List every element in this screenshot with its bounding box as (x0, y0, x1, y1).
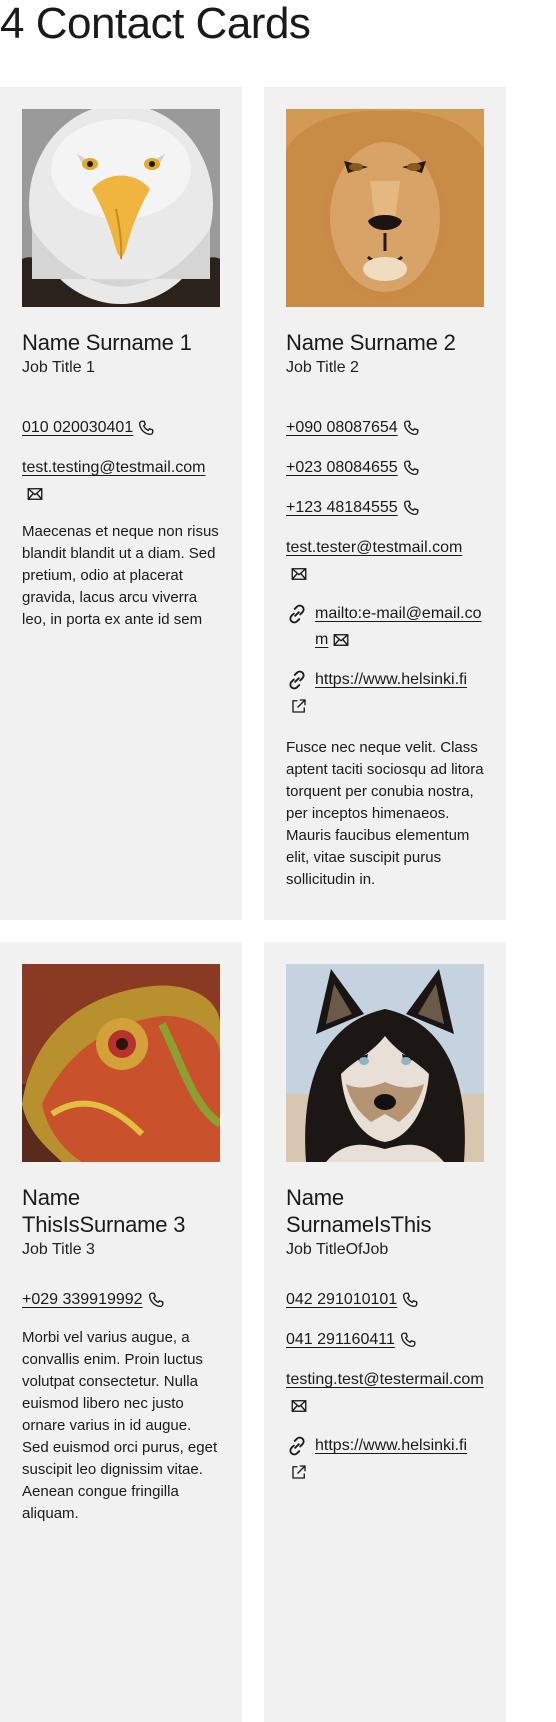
job-title: Job Title 2 (286, 359, 359, 376)
phone-link[interactable]: +123 48184555 (286, 499, 398, 516)
phone-link[interactable]: +023 08084655 (286, 459, 398, 476)
mail-icon (290, 1397, 308, 1415)
phone-link[interactable]: 010 020030401 (22, 419, 133, 436)
mail-icon (332, 631, 350, 649)
husky-photo (286, 964, 484, 1162)
email-link[interactable]: testing.test@testermail.com (286, 1371, 484, 1388)
external-link-icon (290, 1463, 308, 1481)
job-title: Job TitleOfJob (286, 1241, 389, 1258)
contact-name: Name SurnameIsThis (286, 1185, 432, 1237)
phone-link[interactable]: 042 291010101 (286, 1291, 397, 1308)
phone-icon (399, 1331, 417, 1349)
link-icon (286, 603, 308, 625)
job-title: Job Title 1 (22, 359, 95, 376)
phone-link[interactable]: +029 339919992 (22, 1291, 143, 1308)
phone-icon (402, 459, 420, 477)
phone-icon (137, 419, 155, 437)
link-icon (286, 669, 308, 691)
website-link[interactable]: https://www.helsinki.fi (315, 1437, 467, 1454)
contact-card: Name Surname 2 Job Title 2 +090 08087654… (264, 87, 506, 920)
page-title: 4 Contact Cards (0, 0, 311, 48)
email-link[interactable]: test.testing@testmail.com (22, 459, 205, 476)
phone-icon (401, 1291, 419, 1309)
phone-link[interactable]: +090 08087654 (286, 419, 398, 436)
phone-icon (147, 1291, 165, 1309)
description: Fusce nec neque velit. Class aptent taci… (286, 739, 484, 888)
lion-photo (286, 109, 484, 307)
email-link[interactable]: test.tester@testmail.com (286, 539, 462, 556)
contact-name: Name Surname 2 (286, 330, 456, 355)
website-link[interactable]: https://www.helsinki.fi (315, 671, 467, 688)
eagle-photo (22, 109, 220, 307)
contact-card: Name Surname 1 Job Title 1 010 020030401… (0, 87, 242, 920)
contact-card: Name SurnameIsThis Job TitleOfJob 042 29… (264, 942, 506, 1722)
contact-name: Name Surname 1 (22, 330, 192, 355)
phone-link[interactable]: 041 291160411 (286, 1331, 395, 1348)
external-link-icon (290, 697, 308, 715)
contact-name: Name ThisIsSurname 3 (22, 1185, 186, 1237)
chameleon-photo (22, 964, 220, 1162)
phone-icon (402, 419, 420, 437)
mail-icon (26, 485, 44, 503)
link-icon (286, 1435, 308, 1457)
phone-icon (402, 499, 420, 517)
job-title: Job Title 3 (22, 1241, 95, 1258)
description: Maecenas et neque non risus blandit blan… (22, 523, 219, 628)
contact-card: Name ThisIsSurname 3 Job Title 3 +029 33… (0, 942, 242, 1722)
mail-icon (290, 565, 308, 583)
description: Morbi vel varius augue, a convallis enim… (22, 1329, 218, 1522)
